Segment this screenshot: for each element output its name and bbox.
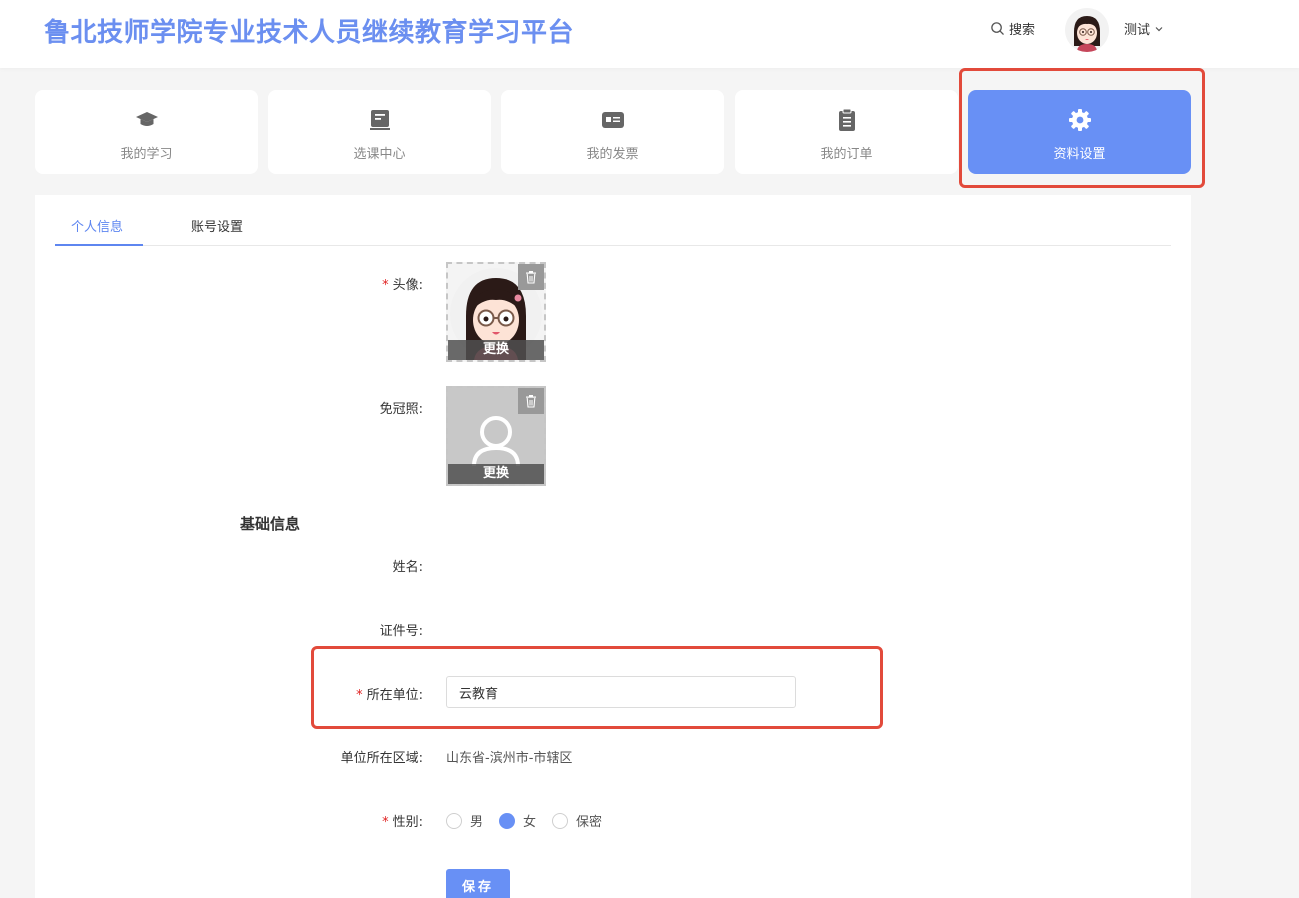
graduation-cap-icon [35, 108, 258, 134]
gender-radio-group: 男 女 保密 [446, 811, 618, 830]
required-mark: * [382, 278, 389, 293]
tab-account-settings[interactable]: 账号设置 [191, 216, 243, 235]
course-board-icon [268, 108, 491, 134]
radio-label: 女 [523, 815, 537, 830]
delete-photo-button[interactable] [518, 388, 544, 414]
order-clipboard-icon [735, 108, 958, 134]
user-name: 测试 [1124, 23, 1151, 38]
user-menu[interactable]: 测试 [1124, 19, 1164, 38]
change-photo-button[interactable]: 更换 [448, 464, 544, 484]
required-mark: * [382, 815, 389, 830]
region-label: 单位所在区域: [340, 751, 423, 766]
avatar-label: 头像: [392, 278, 423, 293]
nav-my-study[interactable]: 我的学习 [35, 90, 258, 174]
photo-uploader[interactable]: 更换 [446, 386, 546, 486]
tab-bar: 个人信息 账号设置 [55, 195, 1171, 246]
site-title[interactable]: 鲁北技师学院专业技术人员继续教育学习平台 [44, 12, 574, 49]
chevron-down-icon [1155, 26, 1163, 31]
tab-active-indicator [55, 244, 143, 246]
trash-icon [526, 395, 536, 408]
nav-label: 选课中心 [353, 147, 406, 162]
photo-label: 免冠照: [379, 402, 423, 417]
save-button[interactable]: 保存 [446, 869, 510, 898]
radio-circle [499, 812, 516, 829]
avatar[interactable] [1065, 8, 1109, 52]
name-label: 姓名: [392, 560, 423, 575]
nav-label: 我的订单 [820, 147, 873, 162]
nav-my-invoice[interactable]: 我的发票 [501, 90, 724, 174]
top-header: 鲁北技师学院专业技术人员继续教育学习平台 搜索 测试 [0, 0, 1299, 68]
invoice-card-icon [501, 108, 724, 134]
radio-circle [446, 812, 462, 829]
avatar-label-row: * 头像: [223, 274, 423, 293]
nav-my-orders[interactable]: 我的订单 [735, 90, 958, 174]
profile-panel: 个人信息 账号设置 [35, 195, 1191, 898]
id-number-label: 证件号: [379, 624, 423, 639]
tab-personal-info[interactable]: 个人信息 [71, 216, 123, 235]
highlight-box-org [311, 646, 883, 729]
section-title-basic-info: 基础信息 [240, 515, 301, 533]
radio-label: 保密 [576, 815, 603, 830]
gender-label: 性别: [392, 815, 423, 830]
region-value: 山东省-滨州市-市辖区 [446, 751, 573, 766]
highlight-box-settings [959, 68, 1205, 188]
nav-course-center[interactable]: 选课中心 [268, 90, 491, 174]
gender-label-row: * 性别: [223, 811, 423, 830]
search-icon [991, 22, 1004, 35]
avatar-girl-icon [1065, 8, 1109, 52]
search-label: 搜索 [1009, 23, 1036, 38]
delete-avatar-button[interactable] [518, 264, 544, 290]
trash-icon [526, 271, 536, 284]
radio-label: 男 [470, 815, 484, 830]
gender-radio-secret[interactable]: 保密 [552, 811, 602, 830]
gender-radio-female[interactable]: 女 [499, 811, 536, 830]
search-button[interactable]: 搜索 [990, 19, 1035, 38]
gender-radio-male[interactable]: 男 [446, 811, 483, 830]
avatar-uploader[interactable]: 更换 [446, 262, 546, 362]
nav-label: 我的学习 [120, 147, 173, 162]
nav-label: 我的发票 [586, 147, 639, 162]
radio-circle [552, 812, 569, 829]
change-avatar-button[interactable]: 更换 [448, 340, 544, 360]
